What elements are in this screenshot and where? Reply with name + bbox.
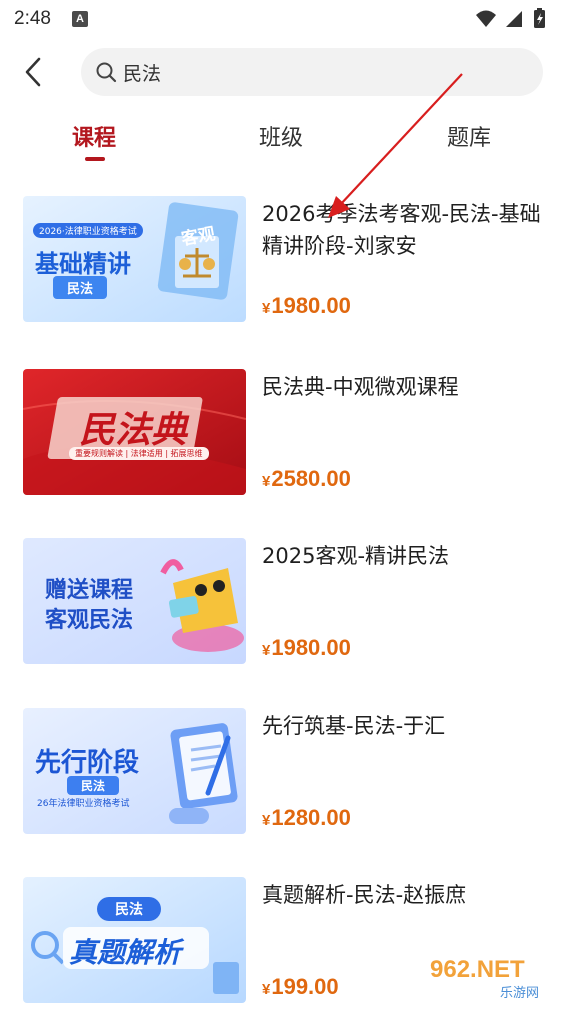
top-bar [0,44,564,100]
currency-symbol: ¥ [262,300,271,317]
course-price: ¥1980.00 [262,293,351,319]
thumb-main-text: 真题解析 [69,936,182,969]
price-value: 1980.00 [271,293,351,318]
course-item[interactable]: 2026·法律职业资格考试 基础精讲 民法 客观 2026考季法考客观-民法-基… [0,196,564,346]
course-price: ¥1280.00 [262,805,351,831]
course-title: 先行筑基-民法-于汇 [262,714,446,738]
price-value: 1980.00 [271,635,351,660]
tab-classes[interactable]: 班级 [259,120,303,152]
thumb-tag: 民法 [53,276,108,299]
course-thumbnail: 赠送课程 客观民法 [23,538,246,664]
thumb-main-text: 民法典 [79,410,188,451]
currency-symbol: ¥ [262,812,271,829]
search-input[interactable] [123,57,503,87]
watermark-brand: 962.NET [430,956,525,983]
thumb-main-text: 基础精讲 [35,250,131,278]
course-item[interactable]: 赠送课程 客观民法 2025客观-精讲民法 ¥1980.00 [0,538,564,688]
currency-symbol: ¥ [262,473,271,490]
price-value: 199.00 [271,974,339,999]
course-price: ¥1980.00 [262,635,351,661]
course-price: ¥199.00 [262,974,339,1000]
status-bar: 2:48 A [0,0,564,38]
status-icons [476,8,545,28]
course-title: 2025客观-精讲民法 [262,544,450,568]
price-value: 1280.00 [271,805,351,830]
wifi-icon [476,10,496,27]
course-item[interactable]: 先行阶段 民法 26年法律职业资格考试 先行筑基-民法-于汇 ¥1280.00 [0,708,564,858]
status-time: 2:48 [14,8,51,29]
search-icon [96,62,117,83]
thumb-sub-text: 重要规则解读 | 法律适用 | 拓展思维 [69,447,209,460]
thumb-line1: 赠送课程 [45,578,134,603]
course-thumbnail: 民法 真题解析 [23,877,246,1003]
signal-icon [506,11,522,27]
back-button[interactable] [16,54,52,90]
chevron-left-icon [25,57,41,87]
watermark-sub: 乐游网 [500,986,540,1001]
thumb-tag: 民法 [97,897,161,921]
currency-symbol: ¥ [262,642,271,659]
course-thumbnail: 民法典 重要规则解读 | 法律适用 | 拓展思维 [23,369,246,495]
course-title: 民法典-中观微观课程 [262,375,459,399]
active-tab-indicator [85,157,105,161]
course-thumbnail: 先行阶段 民法 26年法律职业资格考试 [23,708,246,834]
course-item[interactable]: 民法典 重要规则解读 | 法律适用 | 拓展思维 民法典-中观微观课程 ¥258… [0,369,564,519]
tab-courses[interactable]: 课程 [72,120,116,152]
battery-icon [534,8,545,28]
currency-symbol: ¥ [262,981,271,998]
tab-question-bank[interactable]: 题库 [447,120,491,152]
price-value: 2580.00 [271,466,351,491]
thumb-bottom-text: 26年法律职业资格考试 [37,799,130,809]
tab-bar: 课程 班级 题库 [0,110,564,170]
thumb-top-label: 2026·法律职业资格考试 [33,223,143,238]
search-bar[interactable] [81,48,543,96]
course-price: ¥2580.00 [262,466,351,492]
course-thumbnail: 2026·法律职业资格考试 基础精讲 民法 客观 [23,196,246,322]
course-title: 2026考季法考客观-民法-基础精讲阶段-刘家安 [262,202,541,258]
thumb-line2: 客观民法 [45,608,134,633]
watermark-logo: 962.NET 乐游网 [422,952,564,1004]
notification-a-icon: A [72,11,88,27]
thumb-main-text: 先行阶段 [35,748,140,778]
thumb-tag: 民法 [67,776,120,795]
course-title: 真题解析-民法-赵振庶 [262,883,467,907]
